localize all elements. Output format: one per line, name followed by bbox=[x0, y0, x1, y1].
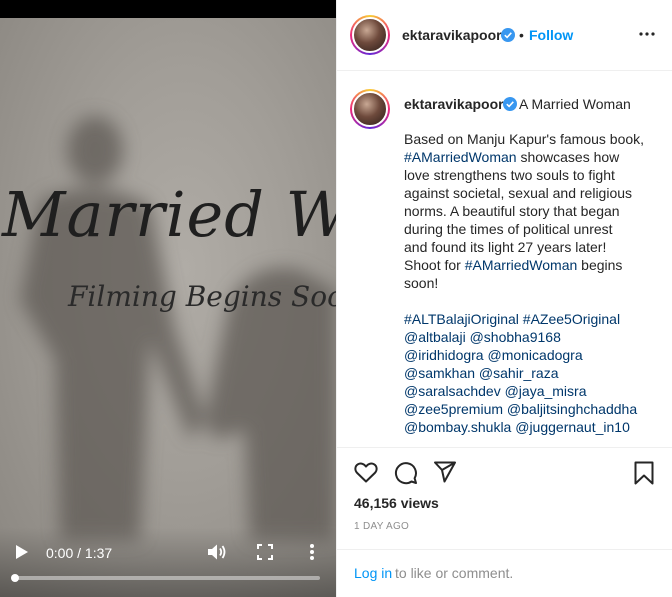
post-age: 1 DAY AGO bbox=[354, 521, 410, 532]
caption-text-segment: against societal, sexual and religious bbox=[404, 185, 633, 201]
mention-link[interactable]: @juggernaut_in10 bbox=[515, 419, 630, 435]
login-prompt: Log in to like or comment. bbox=[337, 549, 672, 597]
video-player[interactable]: Married Wo Filming Begins Soon 0:00 / 1:… bbox=[0, 0, 336, 597]
caption-line: against societal, sexual and religious bbox=[404, 184, 666, 202]
caption-line: Shoot for #AMarriedWoman begins bbox=[404, 256, 666, 274]
mention-link[interactable]: @sahir_raza bbox=[479, 365, 559, 381]
mention-link[interactable]: @iridhidogra bbox=[404, 347, 484, 363]
login-prompt-text: to like or comment. bbox=[395, 565, 514, 581]
hashtag-link[interactable]: #AMarriedWoman bbox=[404, 149, 517, 165]
caption-text-segment: and found its light 27 years later! bbox=[404, 239, 607, 255]
comment-icon[interactable] bbox=[394, 461, 418, 485]
caption-text-segment: norms. A beautiful story that began bbox=[404, 203, 620, 219]
video-time: 0:00 / 1:37 bbox=[46, 545, 113, 561]
caption-line: @altbalaji @shobha9168 bbox=[404, 328, 666, 346]
more-horizontal-icon[interactable] bbox=[639, 30, 655, 38]
caption-line: during the times of political unrest bbox=[404, 220, 666, 238]
caption-line: Based on Manju Kapur's famous book, bbox=[404, 130, 666, 148]
caption-line: love strengthens two souls to fight bbox=[404, 166, 666, 184]
caption-line: @zee5premium @baljitsinghchaddha bbox=[404, 400, 666, 418]
caption-text-segment: Based on Manju Kapur's famous book, bbox=[404, 131, 645, 147]
video-subtitle-text: Filming Begins Soon bbox=[68, 280, 336, 313]
video-title-text: Married Wo bbox=[2, 178, 336, 251]
post-side-panel: ektaravikapoor • Follow ektaravikapoor A… bbox=[336, 0, 672, 597]
caption-line: @bombay.shukla @juggernaut_in10 bbox=[404, 418, 666, 436]
login-link[interactable]: Log in bbox=[354, 565, 392, 581]
mention-link[interactable]: @jaya_misra bbox=[505, 383, 587, 399]
hashtag-link[interactable]: #AMarriedWoman bbox=[465, 257, 578, 273]
post-caption: ektaravikapoor A Married Woman Based on … bbox=[337, 72, 672, 448]
post-actions: 46,156 views 1 DAY AGO Log in to like or… bbox=[337, 449, 672, 589]
caption-line: @iridhidogra @monicadogra bbox=[404, 346, 666, 364]
caption-line: norms. A beautiful story that began bbox=[404, 202, 666, 220]
caption-text-segment: during the times of political unrest bbox=[404, 221, 613, 237]
video-progress-thumb[interactable] bbox=[11, 574, 19, 582]
verified-icon bbox=[503, 97, 517, 111]
more-vertical-icon[interactable] bbox=[309, 543, 315, 561]
caption-line: @samkhan @sahir_raza bbox=[404, 364, 666, 382]
mention-link[interactable]: @baljitsinghchaddha bbox=[507, 401, 637, 417]
caption-text: Based on Manju Kapur's famous book, #AMar… bbox=[404, 130, 666, 436]
play-icon[interactable] bbox=[15, 544, 29, 560]
caption-line: and found its light 27 years later! bbox=[404, 238, 666, 256]
heart-icon[interactable] bbox=[354, 461, 378, 483]
caption-text-segment: love strengthens two souls to fight bbox=[404, 167, 615, 183]
mention-link[interactable]: @saralsachdev bbox=[404, 383, 501, 399]
video-progress-bar[interactable] bbox=[11, 574, 320, 582]
caption-line: soon! bbox=[404, 274, 666, 292]
caption-line: #AMarriedWoman showcases how bbox=[404, 148, 666, 166]
mention-link[interactable]: @bombay.shukla bbox=[404, 419, 511, 435]
caption-username[interactable]: ektaravikapoor bbox=[404, 96, 504, 112]
caption-line: @saralsachdev @jaya_misra bbox=[404, 382, 666, 400]
caption-avatar[interactable] bbox=[350, 89, 390, 129]
video-controls bbox=[0, 527, 336, 597]
caption-line: #ALTBalajiOriginal #AZee5Original bbox=[404, 310, 666, 328]
mention-link[interactable]: @monicadogra bbox=[487, 347, 582, 363]
verified-icon bbox=[501, 28, 515, 42]
hashtag-link[interactable]: #AZee5Original bbox=[523, 311, 620, 327]
caption-text-segment: soon! bbox=[404, 275, 439, 291]
follow-button[interactable]: Follow bbox=[529, 27, 573, 43]
caption-text-segment: showcases how bbox=[516, 149, 620, 165]
mention-link[interactable]: @altbalaji bbox=[404, 329, 466, 345]
volume-icon[interactable] bbox=[207, 543, 227, 561]
bookmark-icon[interactable] bbox=[634, 461, 654, 485]
view-count: 46,156 views bbox=[354, 495, 439, 511]
caption-text-segment: begins bbox=[577, 257, 623, 273]
hashtag-link[interactable]: #ALTBalajiOriginal bbox=[404, 311, 519, 327]
mention-link[interactable]: @zee5premium bbox=[404, 401, 503, 417]
header-username[interactable]: ektaravikapoor bbox=[402, 27, 502, 43]
mention-link[interactable]: @shobha9168 bbox=[470, 329, 561, 345]
avatar[interactable] bbox=[350, 15, 390, 55]
header-separator: • bbox=[519, 27, 524, 43]
mention-link[interactable]: @samkhan bbox=[404, 365, 475, 381]
post-title: A Married Woman bbox=[519, 96, 631, 112]
caption-text-segment: Shoot for bbox=[404, 257, 465, 273]
share-icon[interactable] bbox=[433, 461, 457, 483]
post-header: ektaravikapoor • Follow bbox=[337, 0, 672, 71]
fullscreen-icon[interactable] bbox=[257, 544, 273, 560]
